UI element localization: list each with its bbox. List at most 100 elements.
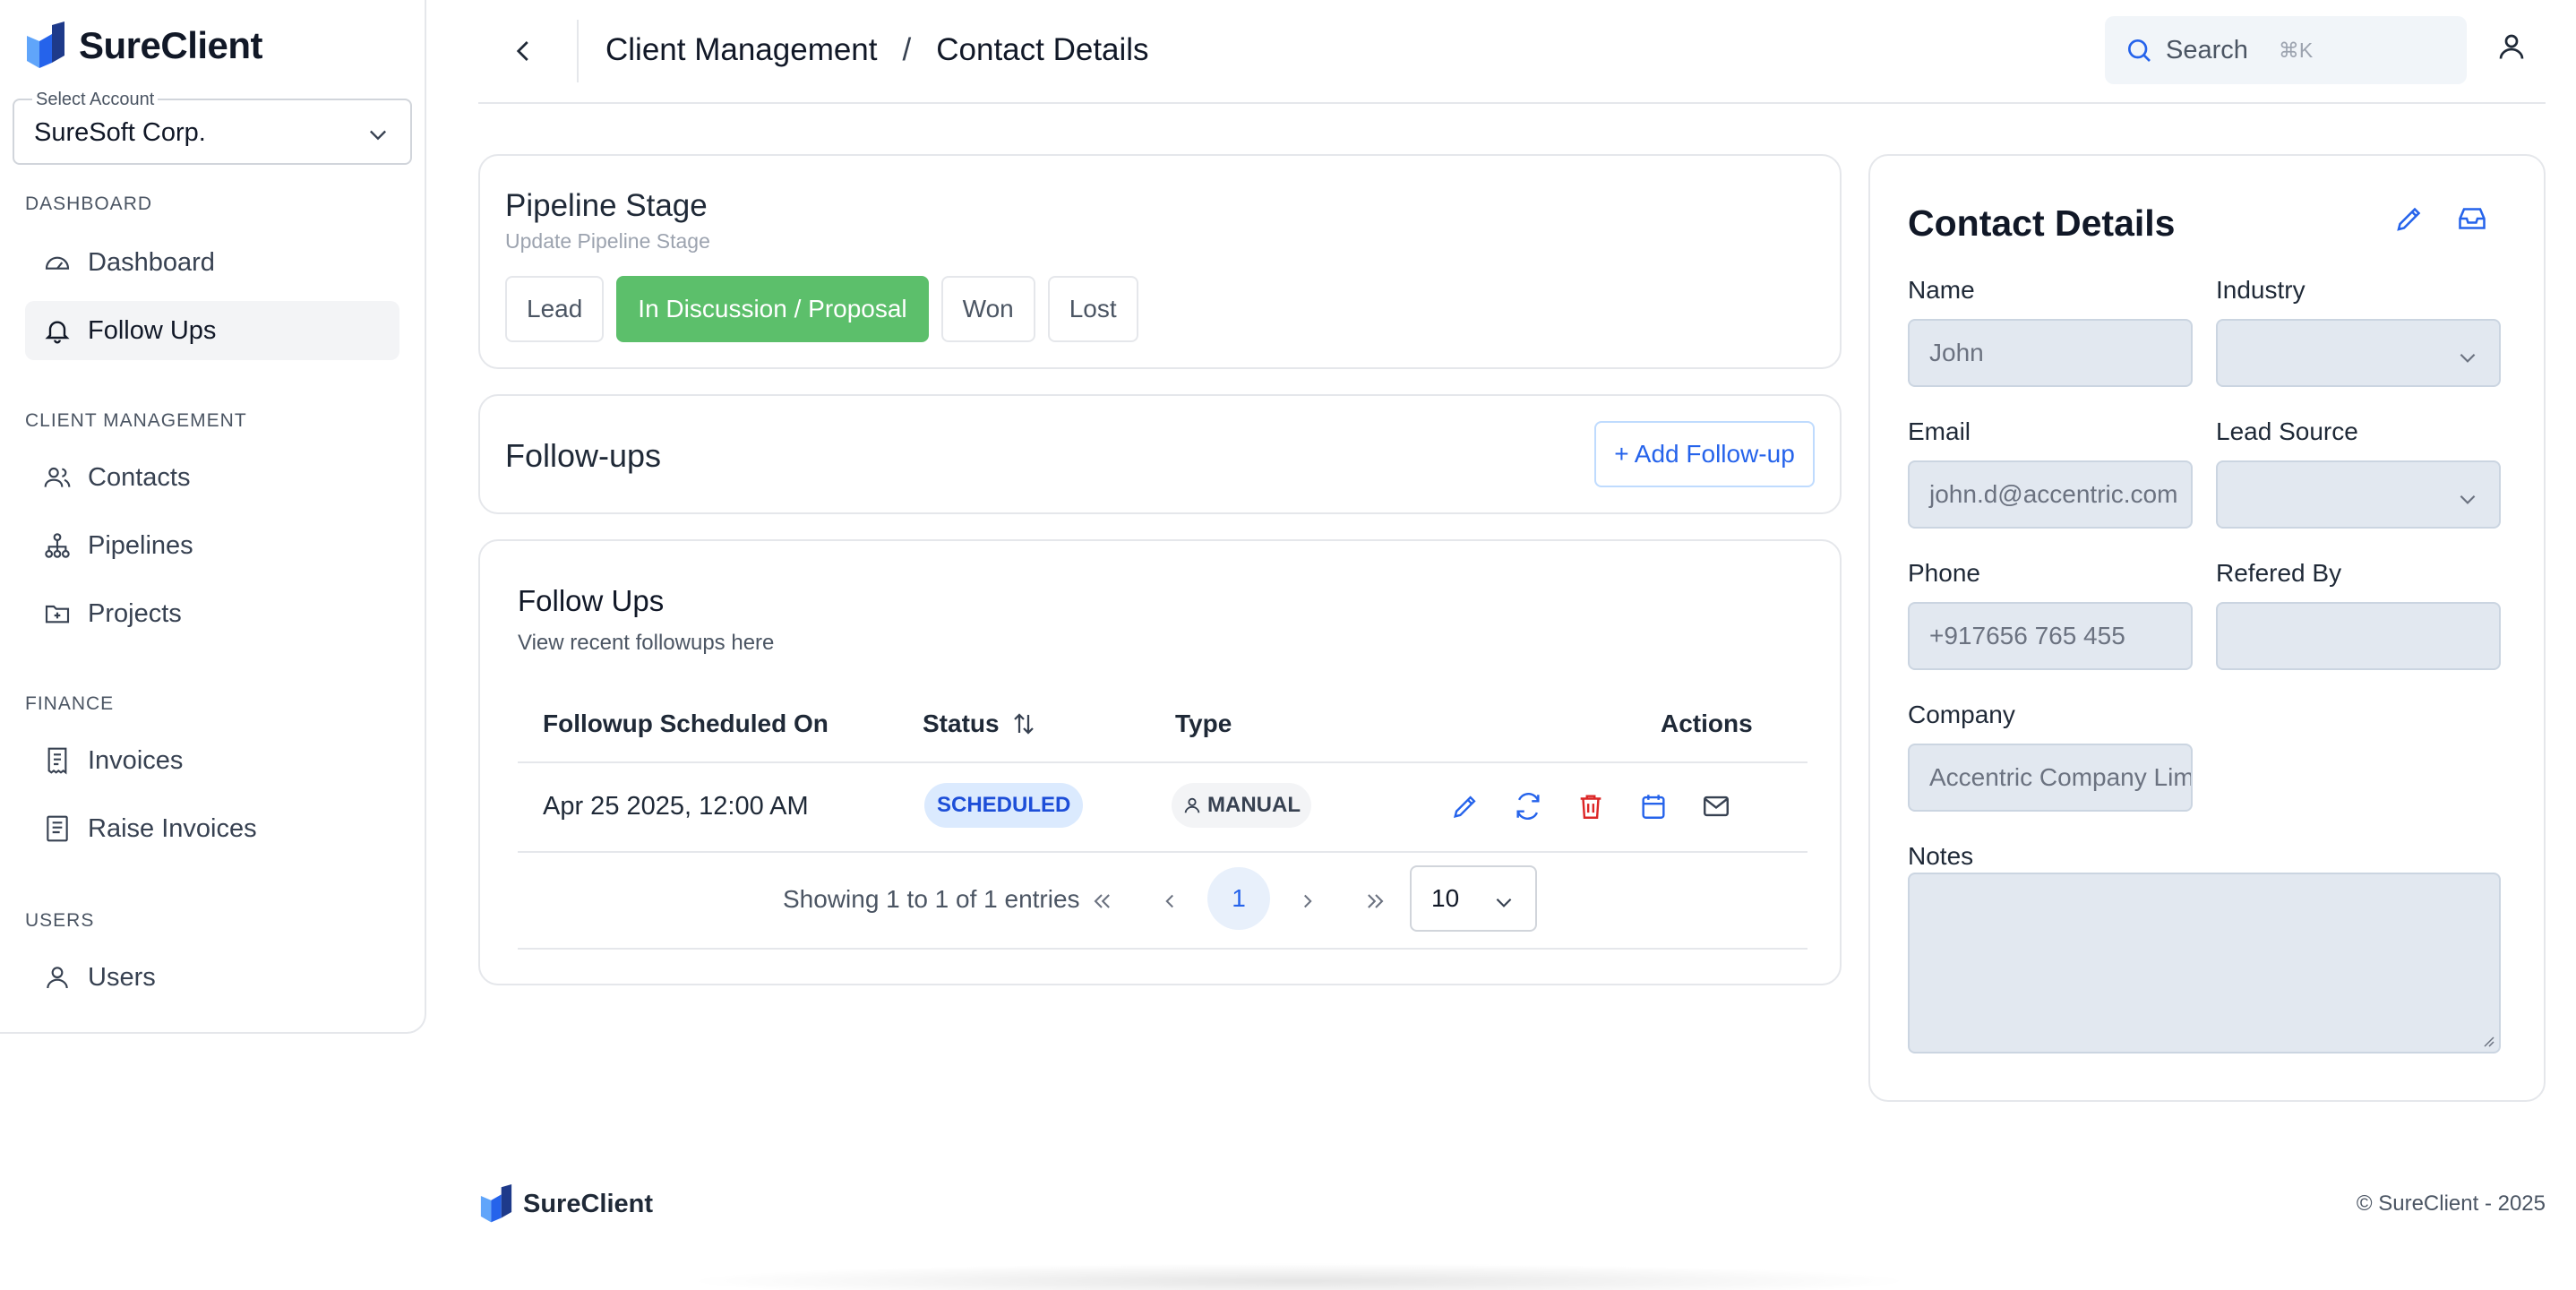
email-label: Email [1908, 417, 1971, 445]
stage-in-discussion-button[interactable]: In Discussion / Proposal [616, 276, 929, 342]
user-icon [1184, 797, 1200, 813]
sidebar: SureClient Select Account SureSoft Corp.… [0, 0, 426, 1034]
logo-icon [480, 1184, 512, 1223]
search-icon [2128, 39, 2151, 62]
contact-details-card: Contact Details Name John Industry Email… [1868, 154, 2546, 1102]
breadcrumb: Client Management / Contact Details [605, 32, 1149, 68]
chevron-left-icon [516, 41, 528, 61]
sidebar-item-invoices[interactable]: Invoices [25, 731, 399, 790]
industry-label: Industry [2216, 276, 2306, 304]
followups-card: Follow-ups + Add Follow-up [478, 394, 1842, 514]
reschedule-action-button[interactable] [1512, 790, 1544, 822]
copyright: © SureClient - 2025 [2356, 1191, 2546, 1216]
folder-plus-icon [45, 605, 70, 624]
first-page-button[interactable] [1077, 876, 1127, 926]
sidebar-item-dashboard[interactable]: Dashboard [25, 233, 399, 292]
calendar-action-button[interactable] [1637, 790, 1670, 822]
section-finance: FINANCE [25, 693, 115, 714]
header-divider [577, 20, 579, 82]
followups-title: Follow-ups [505, 437, 662, 474]
table-description: View recent followups here [518, 631, 775, 655]
section-dashboard: DASHBOARD [25, 194, 153, 214]
sidebar-item-raise-invoices[interactable]: Raise Invoices [25, 799, 399, 858]
notes-textarea[interactable] [1908, 873, 2501, 1054]
column-header-date: Followup Scheduled On [543, 710, 829, 737]
lead-source-select[interactable] [2216, 460, 2501, 529]
status-badge: SCHEDULED [924, 783, 1084, 828]
page-size-select[interactable]: 10 [1410, 865, 1537, 932]
sidebar-item-projects[interactable]: Projects [25, 584, 399, 643]
breadcrumb-parent[interactable]: Client Management [605, 32, 878, 68]
stage-lost-button[interactable]: Lost [1047, 276, 1138, 342]
page-1-button[interactable]: 1 [1207, 867, 1270, 930]
trash-icon [1580, 795, 1601, 819]
pipeline-subtitle: Update Pipeline Stage [505, 229, 710, 253]
pipeline-title: Pipeline Stage [505, 188, 708, 223]
sidebar-item-label: Pipelines [88, 530, 193, 560]
search-shortcut: ⌘K [2278, 38, 2314, 62]
name-field[interactable]: John [1908, 319, 2193, 387]
add-follow-up-button[interactable]: + Add Follow-up [1594, 421, 1815, 487]
sort-icon [1013, 713, 1034, 735]
company-field[interactable]: Accentric Company Limited [1908, 744, 2193, 812]
account-select-value: SureSoft Corp. [34, 118, 206, 147]
type-badge-label: MANUAL [1207, 793, 1301, 817]
footer-brand: SureClient [478, 1184, 653, 1224]
notes-label: Notes [1908, 842, 1974, 870]
stage-won-button[interactable]: Won [940, 276, 1035, 342]
resize-handle-icon[interactable] [2479, 1032, 2495, 1048]
phone-label: Phone [1908, 559, 1980, 587]
previous-page-button[interactable] [1145, 876, 1195, 926]
breadcrumb-current: Contact Details [936, 32, 1149, 67]
users-icon [44, 467, 71, 487]
user-menu-button[interactable] [2495, 30, 2528, 67]
column-header-status[interactable]: Status [923, 710, 1037, 738]
brand[interactable]: SureClient [25, 22, 263, 70]
edit-contact-button[interactable] [2393, 202, 2426, 239]
lead-source-label: Lead Source [2216, 417, 2358, 445]
pipeline-stages: Lead In Discussion / Proposal Won Lost [505, 276, 1138, 342]
receipt-icon [47, 747, 67, 775]
chevron-down-icon [2460, 494, 2476, 504]
search-input[interactable]: Search ⌘K [2105, 16, 2467, 84]
chevron-right-icon [1304, 894, 1312, 908]
next-page-button[interactable] [1283, 876, 1333, 926]
inbox-button[interactable] [2456, 202, 2488, 239]
referred-by-field[interactable] [2216, 602, 2501, 670]
account-select[interactable]: Select Account SureSoft Corp. [13, 90, 412, 165]
industry-select[interactable] [2216, 319, 2501, 387]
user-icon [47, 967, 68, 989]
column-header-status-label: Status [923, 710, 1000, 737]
sidebar-item-label: Invoices [88, 745, 184, 775]
account-select-label: Select Account [32, 90, 159, 110]
stage-lead-button[interactable]: Lead [505, 276, 605, 342]
back-button[interactable] [502, 29, 546, 73]
logo-icon [27, 22, 64, 68]
sidebar-item-follow-ups[interactable]: Follow Ups [25, 301, 399, 360]
last-page-button[interactable] [1351, 876, 1401, 926]
column-header-type: Type [1175, 710, 1232, 737]
breadcrumb-separator: / [902, 32, 912, 67]
sidebar-item-label: Projects [88, 598, 182, 628]
chevrons-right-icon [1368, 894, 1384, 908]
sidebar-item-label: Contacts [88, 462, 191, 492]
sidebar-item-pipelines[interactable]: Pipelines [25, 516, 399, 575]
refresh-icon [1516, 792, 1540, 821]
name-label: Name [1908, 276, 1975, 304]
sidebar-item-contacts[interactable]: Contacts [25, 448, 399, 507]
phone-field[interactable]: +917656 765 455 [1908, 602, 2193, 670]
sidebar-item-label: Raise Invoices [88, 813, 257, 843]
table-bottom-divider [518, 948, 1807, 950]
edit-action-button[interactable] [1449, 790, 1481, 822]
email-field[interactable]: john.d@accentric.com [1908, 460, 2193, 529]
sidebar-item-label: Follow Ups [88, 315, 217, 345]
user-icon [2499, 34, 2524, 59]
header-separator [478, 102, 2546, 104]
sidebar-item-users[interactable]: Users [25, 948, 399, 1007]
email-action-button[interactable] [1700, 790, 1732, 822]
section-users: USERS [25, 910, 95, 931]
gauge-icon [45, 256, 70, 270]
document-icon [47, 815, 68, 842]
chevron-down-icon [1496, 898, 1512, 907]
delete-action-button[interactable] [1575, 790, 1607, 822]
